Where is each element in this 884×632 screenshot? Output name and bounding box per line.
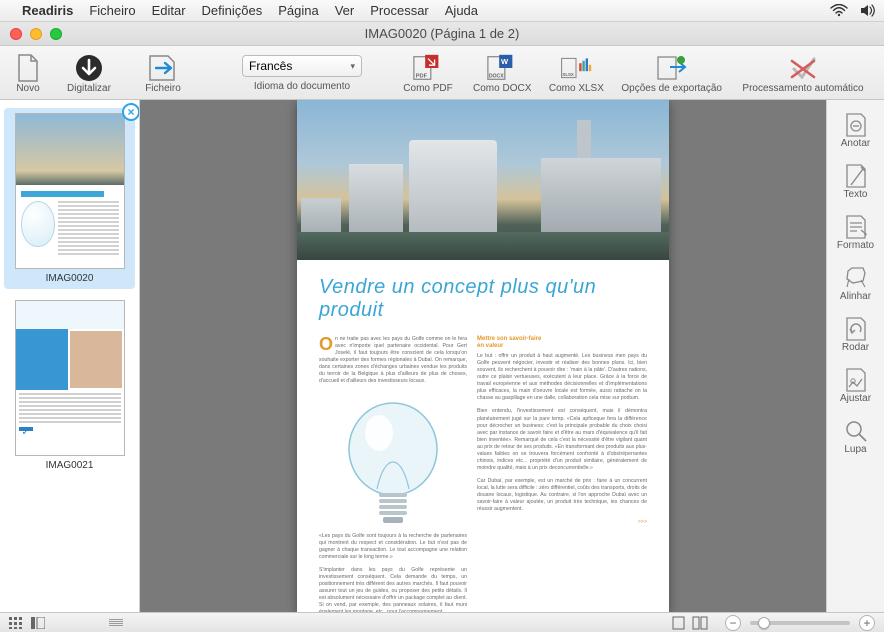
body-text: Le but : offrir un produit à haut augmen…: [477, 353, 647, 402]
annotate-button[interactable]: Anotar: [827, 106, 884, 157]
rotate-label: Rodar: [842, 342, 869, 353]
file-button[interactable]: Ficheiro: [128, 51, 198, 94]
new-page-icon: [12, 53, 44, 83]
thumbnail-remove-icon[interactable]: ×: [122, 103, 140, 121]
format-icon: [843, 214, 869, 240]
svg-text:DOCX: DOCX: [489, 73, 504, 79]
zoom-slider[interactable]: [750, 621, 850, 625]
file-import-icon: [147, 53, 179, 83]
text-button[interactable]: Texto: [827, 157, 884, 208]
wifi-icon[interactable]: [830, 4, 848, 17]
annotate-icon: [843, 112, 869, 138]
chevron-down-icon: ▾: [350, 61, 355, 72]
new-label: Novo: [16, 83, 39, 94]
svg-text:XLSX: XLSX: [563, 72, 575, 77]
page-headline: Vendre un concept plus qu'un produit: [319, 276, 647, 322]
language-label: Idioma do documento: [254, 81, 350, 92]
app-menu[interactable]: Readiris: [22, 3, 73, 18]
body-text: S'implanter dans les pays du Golfe repré…: [319, 567, 467, 612]
language-select[interactable]: Francês ▾: [242, 55, 362, 77]
file-label: Ficheiro: [145, 83, 181, 94]
menu-processar[interactable]: Processar: [370, 3, 429, 18]
status-bar: − +: [0, 612, 884, 632]
align-icon: [843, 265, 869, 291]
pdf-icon: PDF: [412, 53, 444, 83]
auto-process-label: Processamento automático: [742, 83, 863, 94]
menu-ficheiro[interactable]: Ficheiro: [89, 3, 135, 18]
export-xlsx-label: Como XLSX: [549, 83, 604, 94]
fit-width-button[interactable]: [690, 615, 710, 631]
export-docx-label: Como DOCX: [473, 83, 531, 94]
menu-ajuda[interactable]: Ajuda: [445, 3, 478, 18]
window-title: IMAG0020 (Página 1 de 2): [0, 26, 884, 41]
thumbnail-label: IMAG0021: [46, 460, 94, 471]
align-label: Alinhar: [840, 291, 871, 302]
thumbnails-panel: × IMAG0020: [0, 100, 140, 612]
thumbnail-preview: [15, 113, 125, 269]
magnifier-label: Lupa: [844, 444, 866, 455]
document-canvas[interactable]: Vendre un concept plus qu'un produit On …: [140, 100, 826, 612]
export-options-label: Opções de exportação: [621, 83, 722, 94]
align-button[interactable]: Alinhar: [827, 259, 884, 310]
magnifier-button[interactable]: Lupa: [827, 412, 884, 463]
format-button[interactable]: Formato: [827, 208, 884, 259]
language-value: Francês: [249, 59, 292, 73]
auto-process-icon: [787, 53, 819, 83]
subheading: Mettre son savoir-faireen valeur: [477, 336, 647, 350]
scan-icon: [73, 53, 105, 83]
svg-text:PDF: PDF: [416, 73, 428, 79]
adjust-button[interactable]: Ajustar: [827, 361, 884, 412]
adjust-icon: [843, 367, 869, 393]
thumbnail-preview: [15, 300, 125, 456]
page-hero-image: [297, 100, 669, 260]
window-titlebar: IMAG0020 (Página 1 de 2): [0, 22, 884, 46]
export-options-button[interactable]: Opções de exportação: [615, 51, 728, 94]
rotate-icon: [843, 316, 869, 342]
magnifier-icon: [843, 418, 869, 444]
fit-page-button[interactable]: [668, 615, 688, 631]
view-grid-button[interactable]: [6, 615, 26, 631]
thumbnail-item[interactable]: × IMAG0020: [4, 108, 135, 289]
menu-pagina[interactable]: Página: [278, 3, 318, 18]
zoom-out-button[interactable]: −: [725, 615, 741, 631]
annotate-label: Anotar: [841, 138, 870, 149]
scan-label: Digitalizar: [67, 83, 111, 94]
menu-editar[interactable]: Editar: [152, 3, 186, 18]
body-text: Car Dubaï, par exemple, est un marché de…: [477, 478, 647, 513]
export-pdf-button[interactable]: PDF Como PDF: [393, 51, 463, 94]
format-label: Formato: [837, 240, 874, 251]
export-options-icon: [656, 53, 688, 83]
rotate-button[interactable]: Rodar: [827, 310, 884, 361]
scan-button[interactable]: Digitalizar: [54, 51, 124, 94]
text-icon: [843, 163, 869, 189]
svg-text:W: W: [501, 57, 509, 66]
adjust-label: Ajustar: [840, 393, 871, 404]
new-button[interactable]: Novo: [6, 51, 50, 94]
lightbulb-illustration: [338, 397, 448, 533]
zoom-in-button[interactable]: +: [859, 615, 875, 631]
menu-definicoes[interactable]: Definições: [202, 3, 263, 18]
xlsx-icon: XLSX: [560, 53, 592, 83]
zoom-slider-knob[interactable]: [758, 617, 770, 629]
view-columns-button[interactable]: [28, 615, 48, 631]
more-link: >>>: [638, 519, 647, 526]
thumbnail-item[interactable]: IMAG0021: [4, 295, 135, 476]
auto-process-button[interactable]: Processamento automático: [728, 51, 878, 94]
export-docx-button[interactable]: W DOCX Como DOCX: [467, 51, 537, 94]
export-pdf-label: Como PDF: [403, 83, 452, 94]
sidebar-grip[interactable]: [106, 615, 126, 631]
main-toolbar: Novo Digitalizar Ficheiro Francês ▾ Idio…: [0, 46, 884, 100]
docx-icon: W DOCX: [486, 53, 518, 83]
body-text: «Les pays du Golfe sont toujours à la re…: [319, 533, 467, 561]
right-tools-panel: Anotar Texto Formato Alinhar Rodar Ajust…: [826, 100, 884, 612]
menu-ver[interactable]: Ver: [335, 3, 355, 18]
document-page: Vendre un concept plus qu'un produit On …: [297, 100, 669, 612]
thumbnail-label: IMAG0020: [46, 273, 94, 284]
text-label: Texto: [844, 189, 868, 200]
export-xlsx-button[interactable]: XLSX Como XLSX: [541, 51, 611, 94]
volume-icon[interactable]: [860, 4, 876, 17]
mac-menubar: Readiris Ficheiro Editar Definições Pági…: [0, 0, 884, 22]
body-text: Bien entendu, l'investissement est consé…: [477, 408, 647, 471]
body-text: On ne traite pas avec les pays du Golfe …: [319, 336, 467, 385]
